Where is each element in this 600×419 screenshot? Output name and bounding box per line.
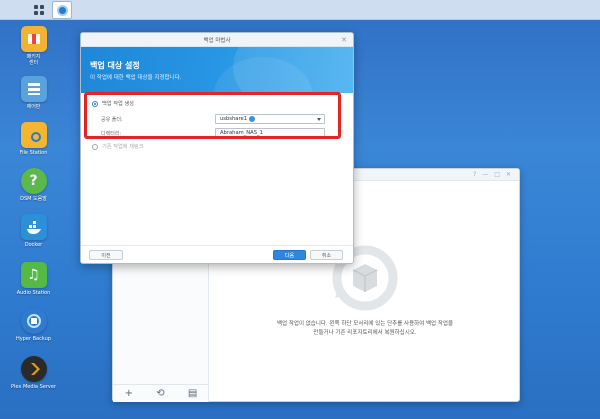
desktop-icon-audio-station[interactable]: ♫ Audio Station (6, 262, 61, 296)
folder-icon (20, 122, 47, 148)
help-icon: ? (20, 168, 47, 194)
hyper-backup-icon (56, 4, 68, 16)
taskbar (0, 0, 600, 20)
option-existing-task-label: 기존 작업에 재링크 (102, 144, 144, 150)
window-controls: ? — □ ✕ (473, 171, 511, 179)
hyper-backup-icon (20, 308, 47, 334)
desktop-icon-file-station[interactable]: File Station (6, 122, 61, 156)
wizard-subheading: 이 작업에 대한 백업 대상을 지정합니다. (90, 75, 182, 81)
taskbar-hyper-backup-button[interactable] (52, 1, 72, 19)
grid-icon (34, 5, 44, 15)
minimize-button[interactable]: — (482, 171, 488, 179)
desktop-icon-label: DSM 도움말 (20, 196, 47, 202)
audio-icon: ♫ (20, 262, 47, 288)
package-center-icon (20, 26, 47, 52)
prev-button[interactable]: 이전 (89, 250, 123, 260)
highlight-box (84, 92, 341, 139)
wizard-titlebar: 백업 마법사 ✕ (81, 33, 353, 47)
main-menu-button[interactable] (30, 2, 48, 18)
wizard-title: 백업 마법사 (203, 37, 231, 44)
desktop-icon-label: Hyper Backup (16, 336, 51, 342)
restore-button[interactable]: ⟲ (156, 388, 164, 399)
maximize-button[interactable]: □ (494, 171, 500, 179)
desktop-icon-label: Plex Media Server (11, 384, 56, 390)
control-panel-icon (20, 76, 47, 102)
desktop-icon-docker[interactable]: Docker (6, 214, 61, 248)
cancel-button[interactable]: 취소 (310, 250, 343, 260)
log-button[interactable]: ▤ (188, 388, 197, 399)
radio-unselected[interactable] (92, 143, 98, 150)
next-button[interactable]: 다음 (273, 250, 306, 260)
desktop-icon-package-center[interactable]: 패키지 센터 (6, 26, 61, 66)
add-task-button[interactable]: + (125, 388, 133, 399)
docker-icon (20, 214, 47, 240)
desktop-icon-hyper-backup[interactable]: Hyper Backup (6, 308, 61, 342)
empty-message: 백업 작업이 없습니다. 왼쪽 하단 모서리에 있는 단추를 사용하여 백업 작… (276, 321, 454, 336)
help-button[interactable]: ? (473, 171, 476, 179)
option-existing-task[interactable]: 기존 작업에 재링크 (92, 143, 143, 150)
wizard-footer: 이전 다음 취소 (81, 245, 353, 263)
wizard-header: 백업 대상 설정 이 작업에 대한 백업 대상을 지정합니다. (81, 47, 353, 93)
plex-icon (20, 356, 47, 382)
desktop-icon-label: File Station (19, 150, 48, 156)
desktop-icon-label: Audio Station (16, 290, 51, 296)
wizard-close-button[interactable]: ✕ (341, 36, 347, 44)
close-button[interactable]: ✕ (506, 171, 511, 179)
desktop-icon-plex[interactable]: Plex Media Server (6, 356, 61, 390)
desktop-icon-label: 패키지 센터 (26, 54, 41, 66)
desktop-icon-dsm-help[interactable]: ? DSM 도움말 (6, 168, 61, 202)
desktop-icon-label: Docker (24, 242, 43, 248)
wizard-heading: 백업 대상 설정 (90, 61, 140, 70)
task-toolbar: + ⟲ ▤ (113, 384, 209, 402)
desktop-icon-control-panel[interactable]: 제어판 (6, 76, 61, 110)
backup-wizard-dialog: 백업 마법사 ✕ 백업 대상 설정 이 작업에 대한 백업 대상을 지정합니다.… (80, 32, 354, 264)
desktop-icon-label: 제어판 (26, 104, 41, 110)
